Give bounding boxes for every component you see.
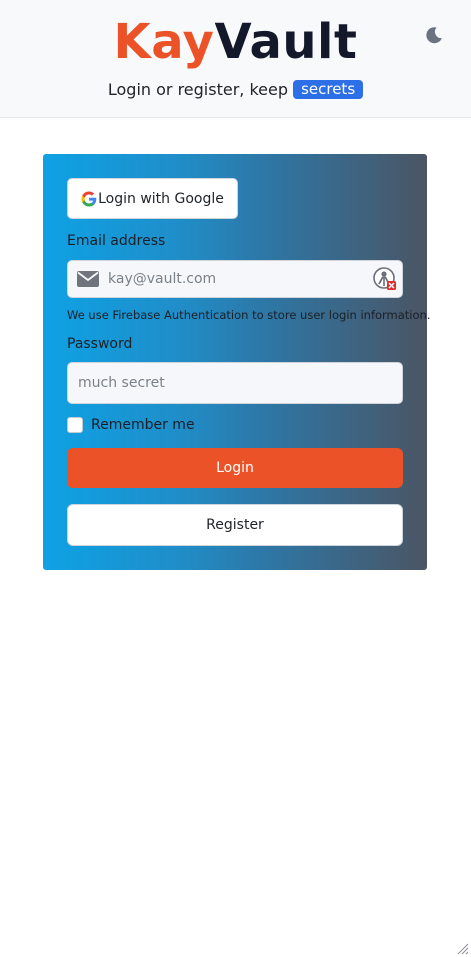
- register-button[interactable]: Register: [67, 504, 403, 546]
- password-label: Password: [67, 336, 133, 352]
- email-field-group: [67, 260, 403, 298]
- google-button-label: Login with Google: [98, 190, 224, 207]
- login-card: Login with Google Email address We use F…: [43, 154, 431, 570]
- login-with-google-button[interactable]: Login with Google: [67, 178, 238, 219]
- envelope-icon: [77, 271, 99, 287]
- secrets-badge: secrets: [293, 80, 364, 99]
- email-help-text: We use Firebase Authentication to store …: [67, 308, 431, 322]
- page-header: KayVault Login or register, keep secrets: [0, 0, 471, 118]
- password-manager-extension-icon[interactable]: [373, 267, 397, 291]
- remember-me-checkbox[interactable]: [67, 417, 83, 433]
- resize-grip-icon[interactable]: [455, 941, 469, 955]
- brand-name-part1: Kay: [113, 14, 215, 70]
- brand-logo: KayVault: [0, 14, 471, 70]
- remember-me-label: Remember me: [91, 417, 195, 433]
- brand-name-part2: Vault: [214, 14, 358, 70]
- email-label: Email address: [67, 233, 166, 249]
- google-g-icon: [81, 191, 97, 206]
- remember-me: Remember me: [67, 417, 195, 433]
- tagline-text: Login or register, keep: [107, 80, 288, 99]
- email-input[interactable]: [108, 261, 358, 297]
- theme-toggle-button[interactable]: [424, 25, 446, 47]
- login-button[interactable]: Login: [67, 448, 403, 488]
- moon-icon: [426, 27, 442, 44]
- password-input[interactable]: [67, 362, 403, 404]
- tagline: Login or register, keep secrets: [0, 79, 471, 101]
